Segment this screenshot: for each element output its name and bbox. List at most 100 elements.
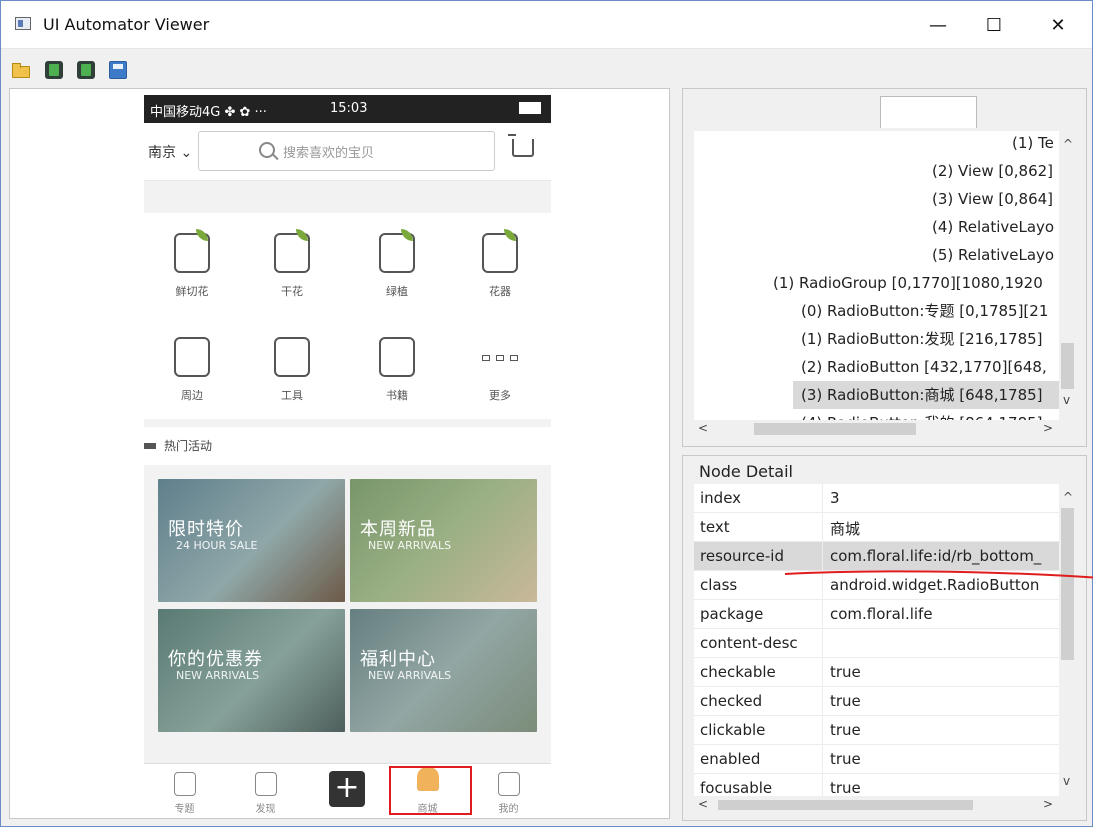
nav-mine[interactable]: 我的 [468, 764, 549, 817]
detail-row[interactable]: content-desc [694, 629, 1059, 658]
scroll-left-icon[interactable]: < [698, 797, 708, 811]
promo-subtitle: NEW ARRIVALS [368, 539, 452, 552]
hierarchy-pane: (1) Te (2) View [0,862] (3) View [0,864] (4… [682, 88, 1087, 447]
detail-row[interactable]: index 3 [694, 484, 1059, 513]
tree-node[interactable]: (2) RadioButton [432,1770][648, [801, 353, 1047, 381]
scroll-thumb[interactable] [754, 423, 916, 435]
category-vases[interactable]: 花器 [452, 213, 548, 309]
fence-icon [255, 772, 277, 796]
detail-key: text [700, 518, 730, 536]
nav-topics[interactable]: 专题 [144, 764, 225, 817]
scroll-down-icon[interactable]: v [1063, 393, 1070, 407]
promo-subtitle: 24 HOUR SALE [176, 539, 258, 552]
scroll-right-icon[interactable]: > [1043, 797, 1053, 811]
scroll-up-icon[interactable]: ^ [1063, 137, 1073, 151]
nav-discover[interactable]: 发现 [225, 764, 306, 817]
selected-node-highlight [389, 766, 472, 815]
tree-node[interactable]: (3) View [0,864] [932, 185, 1053, 213]
tree-node[interactable]: (0) RadioButton:专题 [0,1785][21 [801, 297, 1048, 325]
plant-icon [379, 229, 415, 273]
node-detail-title: Node Detail [699, 462, 793, 481]
promo-card[interactable]: 你的优惠券 NEW ARRIVALS [158, 609, 345, 732]
column-divider [822, 629, 823, 658]
tree-vertical-scrollbar[interactable]: ^ v [1059, 131, 1076, 420]
section-title: 热门活动 [164, 439, 213, 453]
detail-key: package [700, 605, 764, 623]
category-fresh-flowers[interactable]: 鲜切花 [144, 213, 240, 309]
promo-subtitle: NEW ARRIVALS [368, 669, 452, 682]
status-bar: 中国移动4G ✤ ✿ ··· 15:03 [144, 95, 551, 123]
status-time: 15:03 [330, 101, 368, 116]
tree-node[interactable]: (1) RadioGroup [0,1770][1080,1920 [773, 269, 1043, 297]
detail-row[interactable]: resource-id com.floral.life:id/rb_bottom_ [694, 542, 1059, 571]
category-dried-flowers[interactable]: 干花 [244, 213, 340, 309]
detail-key: checkable [700, 663, 776, 681]
promo-card[interactable]: 福利中心 NEW ARRIVALS [350, 609, 537, 732]
detail-row[interactable]: package com.floral.life [694, 600, 1059, 629]
tree-node[interactable]: (5) RelativeLayo [932, 241, 1054, 269]
detail-value: true [830, 779, 861, 796]
tree-node[interactable]: (1) RadioButton:发现 [216,1785] [801, 325, 1043, 353]
device-screenshot-icon[interactable] [45, 61, 63, 79]
cart-icon[interactable] [508, 134, 534, 157]
tree-node[interactable]: (1) Te [1012, 131, 1054, 157]
column-divider [822, 774, 823, 796]
node-detail-pane: Node Detail index 3 text 商城 resource-id com.f… [682, 455, 1093, 821]
detail-row[interactable]: focusable true [694, 774, 1059, 796]
detail-key: checked [700, 692, 763, 710]
detail-row[interactable]: checkable true [694, 658, 1059, 687]
annotation-underline [784, 570, 1093, 579]
screenshot-pane[interactable]: 中国移动4G ✤ ✿ ··· 15:03 南京 ⌄ 搜索喜欢的宝贝 鲜切花 干花… [9, 88, 670, 819]
device-screenshot-compressed-icon[interactable] [77, 61, 95, 79]
detail-row[interactable]: enabled true [694, 745, 1059, 774]
column-divider [822, 745, 823, 774]
tree-node[interactable]: (2) View [0,862] [932, 157, 1053, 185]
promo-card[interactable]: 本周新品 NEW ARRIVALS [350, 479, 537, 602]
category-plants[interactable]: 绿植 [349, 213, 445, 309]
city-selector[interactable]: 南京 ⌄ [148, 142, 192, 162]
detail-row[interactable]: checked true [694, 687, 1059, 716]
detail-value: 商城 [830, 520, 861, 538]
category-books[interactable]: 书籍 [349, 317, 445, 413]
category-label: 工具 [281, 389, 303, 402]
detail-row[interactable]: text 商城 [694, 513, 1059, 542]
nav-label: 我的 [498, 804, 519, 815]
detail-horizontal-scrollbar[interactable]: < > [694, 796, 1059, 814]
scroll-up-icon[interactable]: ^ [1063, 490, 1073, 504]
category-more[interactable]: 更多 [452, 317, 548, 413]
scroll-thumb[interactable] [718, 800, 973, 810]
tree-node[interactable]: (3) RadioButton:商城 [648,1785] [793, 381, 1059, 409]
scroll-right-icon[interactable]: > [1043, 421, 1053, 435]
tree-node[interactable]: (4) RadioButton:我的 [864,1785] [801, 409, 1043, 420]
promo-title: 福利中心 [360, 649, 436, 670]
open-folder-icon[interactable] [11, 61, 30, 79]
plus-icon: + [329, 771, 365, 807]
tree-horizontal-scrollbar[interactable]: < > [694, 420, 1059, 438]
tree-node[interactable]: (4) RelativeLayo [932, 213, 1054, 241]
hierarchy-tree[interactable]: (1) Te (2) View [0,862] (3) View [0,864] (4… [694, 131, 1059, 420]
column-divider [822, 716, 823, 745]
search-box[interactable]: 搜索喜欢的宝贝 [198, 131, 495, 171]
close-button[interactable]: ✕ [1035, 1, 1081, 49]
book-icon [379, 337, 415, 377]
promo-title: 你的优惠券 [168, 649, 263, 670]
detail-key: clickable [700, 721, 766, 739]
scroll-left-icon[interactable]: < [698, 421, 708, 435]
category-accessories[interactable]: 周边 [144, 317, 240, 413]
scroll-thumb[interactable] [1061, 343, 1074, 389]
category-label: 书籍 [386, 389, 408, 402]
nav-add[interactable]: + [306, 764, 387, 817]
window-title: UI Automator Viewer [43, 15, 210, 34]
tools-icon [274, 337, 310, 377]
detail-vertical-scrollbar[interactable]: ^ v [1059, 484, 1076, 796]
maximize-button[interactable]: ☐ [971, 1, 1017, 49]
scroll-down-icon[interactable]: v [1063, 774, 1070, 788]
more-icon [482, 355, 518, 361]
detail-row[interactable]: clickable true [694, 716, 1059, 745]
minimize-button[interactable]: — [915, 1, 961, 49]
device-screenshot[interactable]: 中国移动4G ✤ ✿ ··· 15:03 南京 ⌄ 搜索喜欢的宝贝 鲜切花 干花… [144, 95, 551, 817]
node-detail-table[interactable]: index 3 text 商城 resource-id com.floral.life:i… [694, 484, 1059, 796]
save-icon[interactable] [109, 61, 127, 79]
category-tools[interactable]: 工具 [244, 317, 340, 413]
promo-card[interactable]: 限时特价 24 HOUR SALE [158, 479, 345, 602]
